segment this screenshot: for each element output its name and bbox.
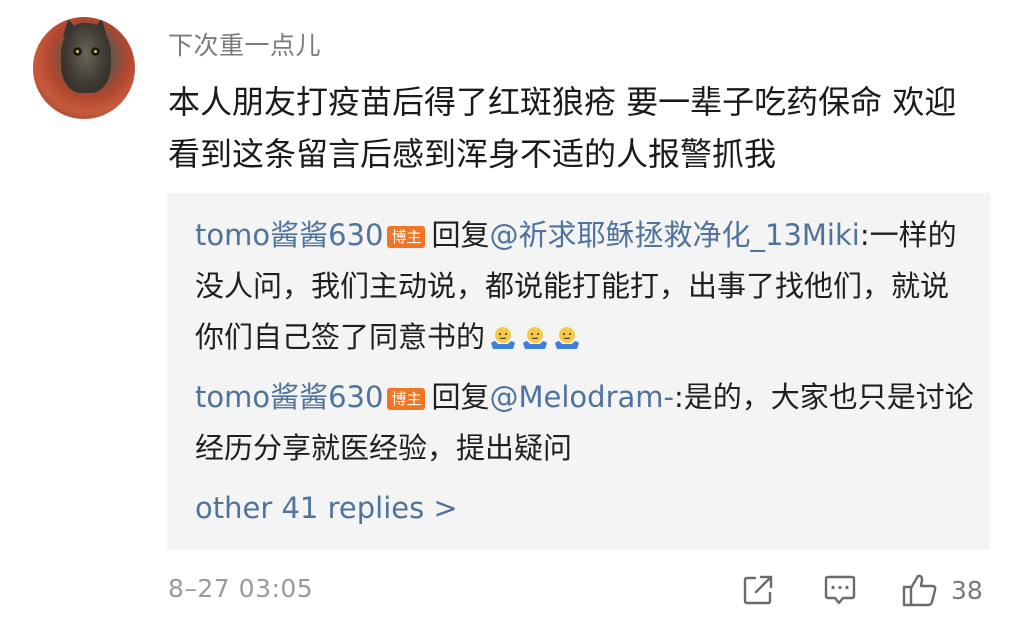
like-button[interactable]: 38 bbox=[901, 570, 983, 610]
reply-word: 回复 bbox=[431, 218, 490, 252]
blogger-badge: 博主 bbox=[387, 226, 426, 248]
replies-panel: tomo酱酱630 博主 回复@祈求耶稣拯救净化_13Miki:一样的没人问，我们主… bbox=[167, 193, 990, 550]
comment-icon bbox=[824, 575, 856, 605]
avatar-cat-eye bbox=[73, 47, 82, 56]
reply-author-name[interactable]: tomo酱酱630 bbox=[195, 218, 383, 252]
shrug-emoji-icon bbox=[489, 316, 517, 349]
avatar-cat-face bbox=[61, 23, 111, 93]
shrug-emoji-icon bbox=[521, 316, 549, 349]
comment-author-name[interactable]: 下次重一点儿 bbox=[168, 26, 321, 62]
share-icon bbox=[743, 575, 773, 605]
share-button[interactable] bbox=[740, 570, 776, 610]
comment-timestamp: 8–27 03:05 bbox=[168, 574, 314, 603]
reply-item[interactable]: tomo酱酱630 博主 回复@祈求耶稣拯救净化_13Miki:一样的没人问，我们主… bbox=[195, 210, 975, 363]
reply-mention-link[interactable]: @祈求耶稣拯救净化_13Miki bbox=[490, 218, 860, 252]
comment-button[interactable] bbox=[822, 570, 858, 610]
avatar-cat-eye bbox=[91, 47, 100, 56]
reply-word: 回复 bbox=[431, 380, 490, 414]
comment-card: 下次重一点儿 本人朋友打疫苗后得了红斑狼疮 要一辈子吃药保命 欢迎看到这条留言后… bbox=[0, 0, 1024, 628]
reply-author-name[interactable]: tomo酱酱630 bbox=[195, 380, 383, 414]
thumbs-up-icon bbox=[902, 574, 937, 607]
comment-text: 本人朋友打疫苗后得了红斑狼疮 要一辈子吃药保命 欢迎看到这条留言后感到浑身不适的… bbox=[168, 83, 957, 173]
blogger-badge: 博主 bbox=[387, 388, 426, 410]
like-count: 38 bbox=[951, 575, 983, 605]
more-replies-link[interactable]: other 41 replies > bbox=[195, 488, 458, 528]
avatar[interactable] bbox=[33, 17, 135, 119]
reply-mention-link[interactable]: @Melodram- bbox=[490, 380, 674, 414]
reply-item[interactable]: tomo酱酱630 博主 回复@Melodram-:是的，大家也只是讨论经历分享就医… bbox=[195, 372, 975, 474]
shrug-emoji-icon bbox=[553, 316, 581, 349]
